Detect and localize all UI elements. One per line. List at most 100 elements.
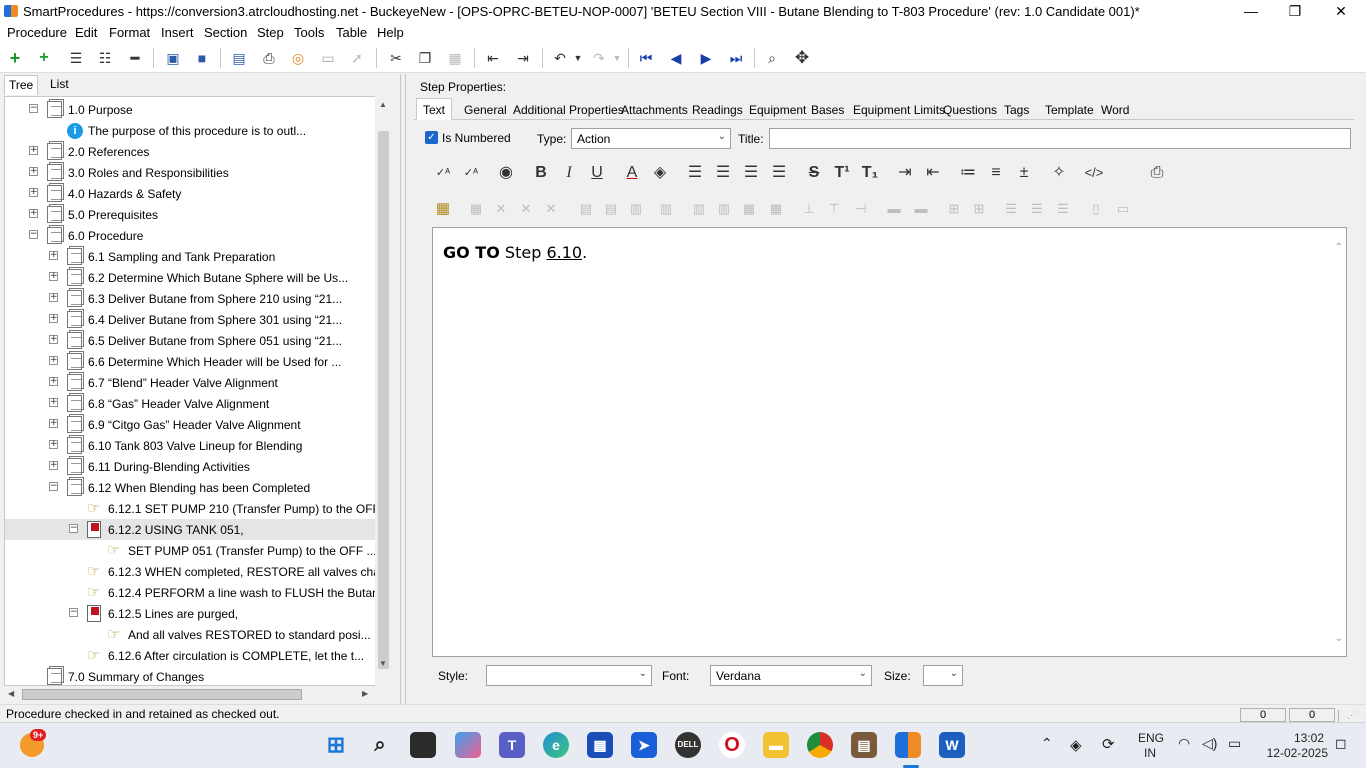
tree-node[interactable]: i The purpose of this procedure is to out… <box>5 120 377 141</box>
type-select[interactable]: Action ⌄ <box>571 128 731 149</box>
delete-row-icon[interactable]: ✕ <box>515 199 537 219</box>
split-cells-icon[interactable]: ▬ <box>910 199 932 219</box>
remove-icon[interactable]: ━ <box>125 48 145 68</box>
start-icon[interactable]: ⊞ <box>323 732 349 758</box>
expand-icon[interactable]: + <box>29 167 38 176</box>
is-numbered-checkbox[interactable]: ✓ <box>425 131 438 144</box>
expand-icon[interactable]: + <box>49 419 58 428</box>
tab-equipment-limits[interactable]: Equipment Limits <box>853 103 945 117</box>
align-center-icon[interactable]: ☰ <box>712 162 734 184</box>
tree-node[interactable]: − 6.0 Procedure <box>5 225 377 246</box>
cell-align-right-icon[interactable]: ☰ <box>1052 199 1074 219</box>
tab-text[interactable]: Text <box>416 98 453 120</box>
menu-insert[interactable]: Insert <box>161 25 194 40</box>
tree-node[interactable]: +6.7 “Blend” Header Valve Alignment <box>5 372 377 393</box>
chevron-up-icon[interactable]: ⌃ <box>1335 242 1343 253</box>
save-icon[interactable]: ■ <box>192 48 212 68</box>
publish-icon[interactable]: ▤ <box>229 48 249 68</box>
close-button[interactable]: ✕ <box>1318 0 1364 23</box>
special-character-icon[interactable]: ◉ <box>495 162 517 184</box>
find-icon[interactable]: ⌕ <box>762 48 782 68</box>
insert-table-icon[interactable]: ▦ <box>432 199 454 219</box>
chrome-icon[interactable] <box>807 732 833 758</box>
scroll-down-icon[interactable]: ▼ <box>379 659 387 668</box>
copy-icon[interactable]: ❐ <box>415 48 435 68</box>
redo-icon[interactable]: ↷ <box>589 48 609 68</box>
expand-icon[interactable]: + <box>49 335 58 344</box>
copilot-icon[interactable] <box>455 732 481 758</box>
tab-tags[interactable]: Tags <box>1004 103 1029 117</box>
table-border-icon[interactable]: ⊞ <box>943 199 965 219</box>
expand-icon[interactable]: + <box>49 272 58 281</box>
collapse-icon[interactable]: − <box>29 104 38 113</box>
magic-wand-icon[interactable]: ✧ <box>1048 162 1070 184</box>
tab-list[interactable]: List <box>46 77 73 91</box>
horizontal-rule-icon[interactable]: ± <box>1013 162 1035 184</box>
list-icon[interactable]: ☰ <box>66 48 86 68</box>
tree-node[interactable]: 7.0 Summary of Changes <box>5 666 377 685</box>
underline-icon[interactable]: U <box>586 162 608 184</box>
first-icon[interactable]: ⏮ <box>636 48 656 68</box>
chevron-up-icon[interactable]: ⌃ <box>1041 735 1053 752</box>
redirect-icon[interactable]: ➚ <box>347 48 367 68</box>
scroll-up-icon[interactable]: ▲ <box>379 100 387 109</box>
insert-column-icon[interactable]: ▥ <box>688 199 710 219</box>
save-check-in-icon[interactable]: ▣ <box>163 48 183 68</box>
tab-equipment[interactable]: Equipment <box>749 103 806 117</box>
tree-node[interactable]: − 1.0 Purpose <box>5 99 377 120</box>
table-properties-icon[interactable]: ▦ <box>465 199 487 219</box>
collapse-icon[interactable]: − <box>49 482 58 491</box>
row-below-icon[interactable]: ⊤ <box>823 199 845 219</box>
tree-node[interactable]: ☞ SET PUMP 051 (Transfer Pump) to the OFF… <box>5 540 377 561</box>
task-view-icon[interactable] <box>410 732 436 758</box>
chevron-down-icon[interactable]: ⌄ <box>1335 633 1343 644</box>
expand-icon[interactable]: + <box>49 356 58 365</box>
scrollbar-thumb[interactable] <box>378 131 389 669</box>
store-icon[interactable]: ▦ <box>587 732 613 758</box>
battery-icon[interactable]: ▭ <box>1228 735 1241 752</box>
insert-row-below-icon[interactable]: ▤ <box>600 199 622 219</box>
expand-icon[interactable]: + <box>49 398 58 407</box>
scroll-left-icon[interactable]: ◀ <box>8 689 14 698</box>
step-text-editor[interactable]: GO TO Step 6.10. ⌃ ⌄ <box>432 227 1347 657</box>
word-icon[interactable]: W <box>939 732 965 758</box>
tree-node[interactable]: ☞ 6.12.3 WHEN completed, RESTORE all valv… <box>5 561 391 582</box>
power-automate-icon[interactable]: ➤ <box>631 732 657 758</box>
paste-icon[interactable]: ▦ <box>445 48 465 68</box>
wifi-icon[interactable]: ◠ <box>1178 735 1190 752</box>
volume-icon[interactable]: ◁) <box>1202 735 1217 752</box>
sync-icon[interactable]: ⟳ <box>1102 735 1115 753</box>
expand-icon[interactable]: + <box>29 146 38 155</box>
font-color-icon[interactable]: A <box>621 162 643 184</box>
collapse-icon[interactable]: − <box>69 608 78 617</box>
font-select[interactable]: Verdana ⌄ <box>710 665 872 686</box>
step-text-content[interactable]: GO TO Step 6.10. <box>443 243 587 262</box>
align-left-icon[interactable]: ☰ <box>684 162 706 184</box>
tree-node[interactable]: ☞ 6.12.4 PERFORM a line wash to FLUSH the… <box>5 582 391 603</box>
scroll-right-icon[interactable]: ▶ <box>362 689 368 698</box>
row-above-icon[interactable]: ⊥ <box>798 199 820 219</box>
title-input[interactable] <box>769 128 1351 149</box>
minimize-button[interactable]: — <box>1228 0 1274 23</box>
tree-node[interactable]: +6.9 “Citgo Gas” Header Valve Alignment <box>5 414 377 435</box>
collapse-icon[interactable]: − <box>29 230 38 239</box>
expand-icon[interactable]: + <box>49 293 58 302</box>
tree-node[interactable]: − 6.12 When Blending has been Completed <box>5 477 377 498</box>
delete-table-icon[interactable]: ✕ <box>490 199 512 219</box>
step-link[interactable]: 6.10 <box>546 243 582 262</box>
opera-icon[interactable]: O <box>719 732 745 758</box>
language-indicator[interactable]: ENG <box>1138 731 1164 745</box>
file-explorer-icon[interactable]: ▬ <box>763 732 789 758</box>
security-icon[interactable]: ◈ <box>1070 736 1082 754</box>
print-icon[interactable]: ⎙ <box>259 48 279 68</box>
align-right-icon[interactable]: ☰ <box>740 162 762 184</box>
tree-node[interactable]: ☞ 6.12.6 After circulation is COMPLETE, l… <box>5 645 377 666</box>
menu-table[interactable]: Table <box>336 25 367 40</box>
language-region[interactable]: IN <box>1144 746 1156 760</box>
indent-icon[interactable]: ⇥ <box>894 162 916 184</box>
tab-template[interactable]: Template <box>1045 103 1094 117</box>
edge-icon[interactable]: e <box>543 732 569 758</box>
delete-column-icon[interactable]: ✕ <box>540 199 562 219</box>
tree-node[interactable]: ☞ 6.12.1 SET PUMP 210 (Transfer Pump) to … <box>5 498 389 519</box>
menu-step[interactable]: Step <box>257 25 284 40</box>
